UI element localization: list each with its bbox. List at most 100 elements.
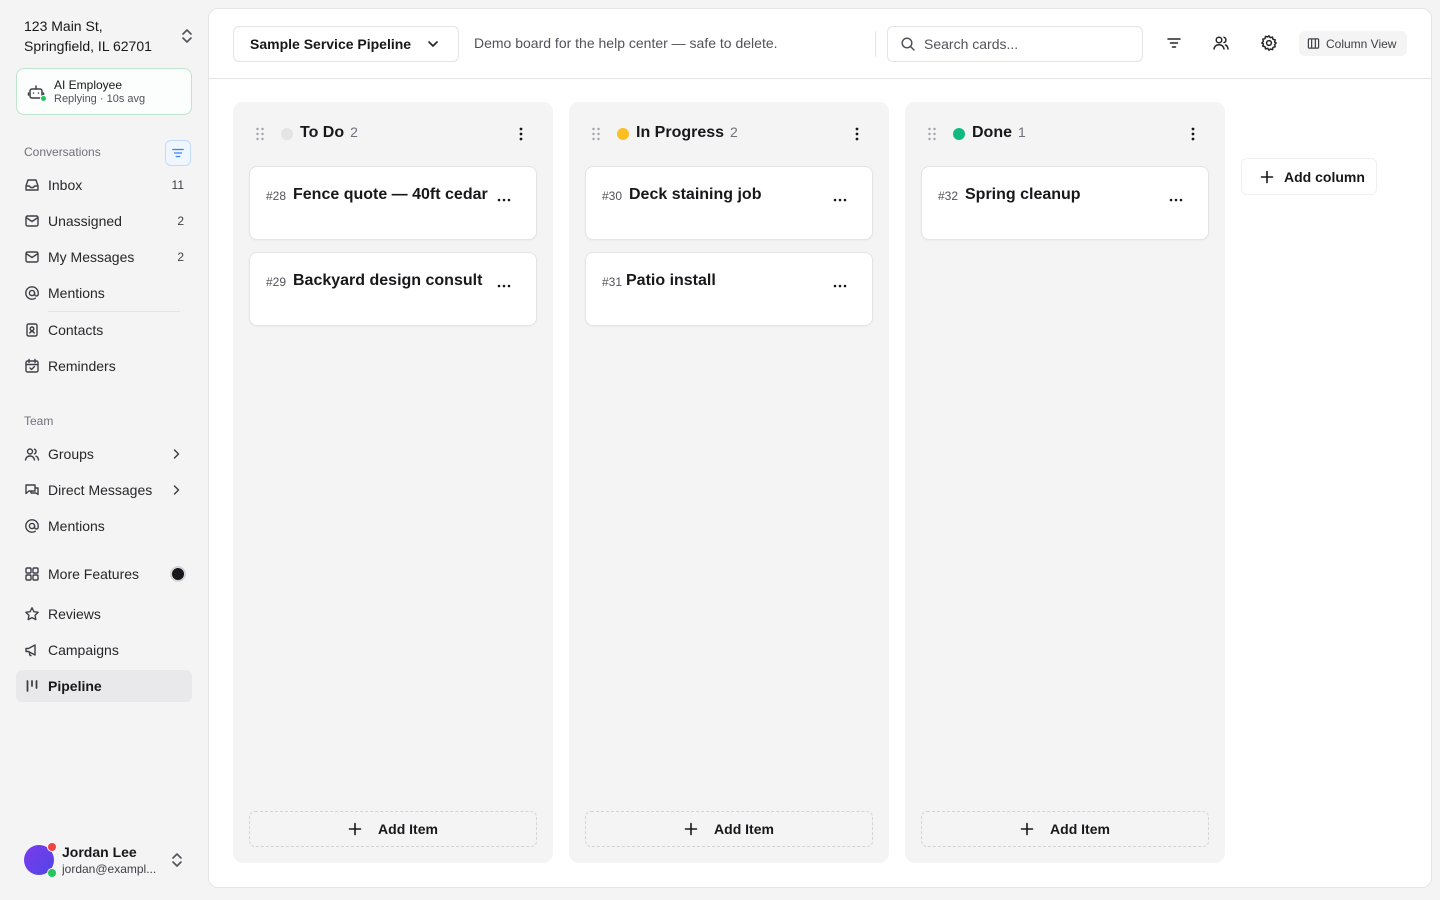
filter-icon[interactable] (1165, 34, 1183, 52)
more-vertical-icon[interactable] (513, 126, 529, 142)
card-id: #32 (938, 189, 959, 203)
more-vertical-icon[interactable] (1185, 126, 1201, 142)
column-to-do: To Do 2 #28 Fence quote — 40ft cedar #29 … (233, 102, 553, 863)
sidebar-item-label: More Features (48, 566, 140, 582)
card-title: Fence quote — 40ft cedar (293, 186, 488, 203)
add-column-label: Add column (1284, 168, 1365, 185)
search-box[interactable] (887, 26, 1143, 62)
sidebar-item-more-features[interactable]: More Features (16, 558, 192, 590)
sidebar-item-label: Contacts (48, 322, 104, 338)
pipeline-card[interactable]: #29 Backyard design consult (249, 252, 537, 326)
feature-indicator-dot (170, 566, 186, 582)
sidebar-item-unassigned[interactable]: Unassigned 2 (16, 205, 192, 237)
board-selector[interactable]: Sample Service Pipeline (233, 26, 459, 62)
sidebar-item-reminders[interactable]: Reminders (16, 350, 192, 382)
card-id: #31 (602, 275, 623, 289)
card-id: #30 (602, 189, 623, 203)
more-vertical-icon[interactable] (849, 126, 865, 142)
drag-handle-icon[interactable] (591, 127, 601, 141)
column-header: Done 1 (905, 102, 1225, 166)
column-count: 1 (1018, 124, 1026, 140)
grid-icon (25, 567, 39, 581)
sidebar-item-direct-messages[interactable]: Direct Messages (16, 474, 192, 506)
notification-dot (47, 842, 57, 852)
card-id: #28 (266, 189, 287, 203)
sidebar-divider (48, 311, 180, 312)
users-icon (24, 448, 40, 461)
column-count: 2 (350, 124, 358, 140)
pipeline-card[interactable]: #30 Deck staining job (585, 166, 873, 240)
sidebar: 123 Main St, Springfield, IL 62701 AI Em… (0, 0, 208, 900)
search-input[interactable] (924, 36, 1124, 52)
sidebar-item-mentions[interactable]: Mentions (16, 277, 192, 309)
sidebar-item-label: Reviews (48, 606, 101, 622)
online-status-dot (47, 868, 57, 878)
card-title: Backyard design consult (293, 272, 483, 289)
more-horizontal-icon[interactable] (1168, 197, 1184, 203)
sidebar-item-campaigns[interactable]: Campaigns (16, 634, 192, 666)
column-title: In Progress 2 (636, 124, 738, 141)
add-item-button[interactable]: Add Item (921, 811, 1209, 847)
sidebar-item-pipeline[interactable]: Pipeline (16, 670, 192, 702)
column-count: 2 (730, 124, 738, 140)
sidebar-item-label: Unassigned (48, 213, 122, 229)
sidebar-item-label: Direct Messages (48, 482, 153, 498)
pipeline-card[interactable]: #32 Spring cleanup (921, 166, 1209, 240)
add-item-label: Add Item (378, 821, 438, 837)
add-column-button[interactable]: Add column (1241, 158, 1377, 195)
sidebar-item-inbox[interactable]: Inbox 11 (16, 169, 192, 201)
location-name: 123 Main St, Springfield, IL 62701 (24, 18, 152, 54)
column-header: In Progress 2 (569, 102, 889, 166)
column-in-progress: In Progress 2 #30 Deck staining job #31 P… (569, 102, 889, 863)
filter-icon (172, 148, 184, 158)
ai-employee-status: Replying · 10s avg (54, 92, 146, 105)
chevron-right-icon (173, 449, 180, 459)
card-title: Spring cleanup (965, 186, 1081, 203)
more-horizontal-icon[interactable] (832, 197, 848, 203)
chevron-down-icon (428, 41, 438, 47)
pipeline-card[interactable]: #31 Patio install (585, 252, 873, 326)
pipeline-card[interactable]: #28 Fence quote — 40ft cedar (249, 166, 537, 240)
gear-icon[interactable] (1260, 34, 1278, 52)
star-icon (25, 607, 39, 621)
ai-employee-title: AI Employee (54, 77, 123, 92)
status-dot (953, 128, 965, 140)
more-horizontal-icon[interactable] (496, 197, 512, 203)
at-icon (25, 519, 39, 533)
add-item-button[interactable]: Add Item (585, 811, 873, 847)
sidebar-item-reviews[interactable]: Reviews (16, 598, 192, 630)
plus-icon (348, 822, 362, 836)
columns-icon (1307, 38, 1320, 49)
sidebar-item-contacts[interactable]: Contacts (16, 314, 192, 346)
conversation-filter-button[interactable] (165, 140, 191, 166)
location-switcher[interactable]: 123 Main St, Springfield, IL 62701 (24, 16, 194, 56)
chevron-up-down-icon (182, 29, 192, 43)
board-description: Demo board for the help center — safe to… (474, 35, 778, 51)
pipeline-icon (26, 680, 38, 692)
sidebar-item-label: Inbox (48, 177, 83, 193)
sidebar-item-label: Pipeline (48, 678, 102, 694)
inbox-icon (25, 179, 39, 191)
sidebar-item-label: Reminders (48, 358, 116, 374)
view-label: Column View (1326, 36, 1397, 51)
ai-employee-card[interactable]: AI Employee Replying · 10s avg (16, 68, 192, 115)
drag-handle-icon[interactable] (927, 127, 937, 141)
chevron-up-down-icon (172, 853, 182, 867)
search-icon (901, 37, 915, 51)
bot-icon (27, 83, 47, 102)
mail-icon (25, 251, 39, 263)
unassigned-count: 2 (177, 214, 184, 228)
more-horizontal-icon[interactable] (832, 283, 848, 289)
mail-unassigned-icon (25, 215, 39, 227)
more-horizontal-icon[interactable] (496, 283, 512, 289)
sidebar-item-my-messages[interactable]: My Messages 2 (16, 241, 192, 273)
add-item-button[interactable]: Add Item (249, 811, 537, 847)
sidebar-item-groups[interactable]: Groups (16, 438, 192, 470)
card-id: #29 (266, 275, 287, 289)
user-menu[interactable]: Jordan Lee jordan@exampl... (24, 842, 192, 878)
column-view-toggle[interactable]: Column View (1299, 31, 1407, 56)
drag-handle-icon[interactable] (255, 127, 265, 141)
users-icon[interactable] (1212, 34, 1230, 52)
board-name: Sample Service Pipeline (250, 36, 412, 52)
sidebar-item-team-mentions[interactable]: Mentions (16, 510, 192, 542)
